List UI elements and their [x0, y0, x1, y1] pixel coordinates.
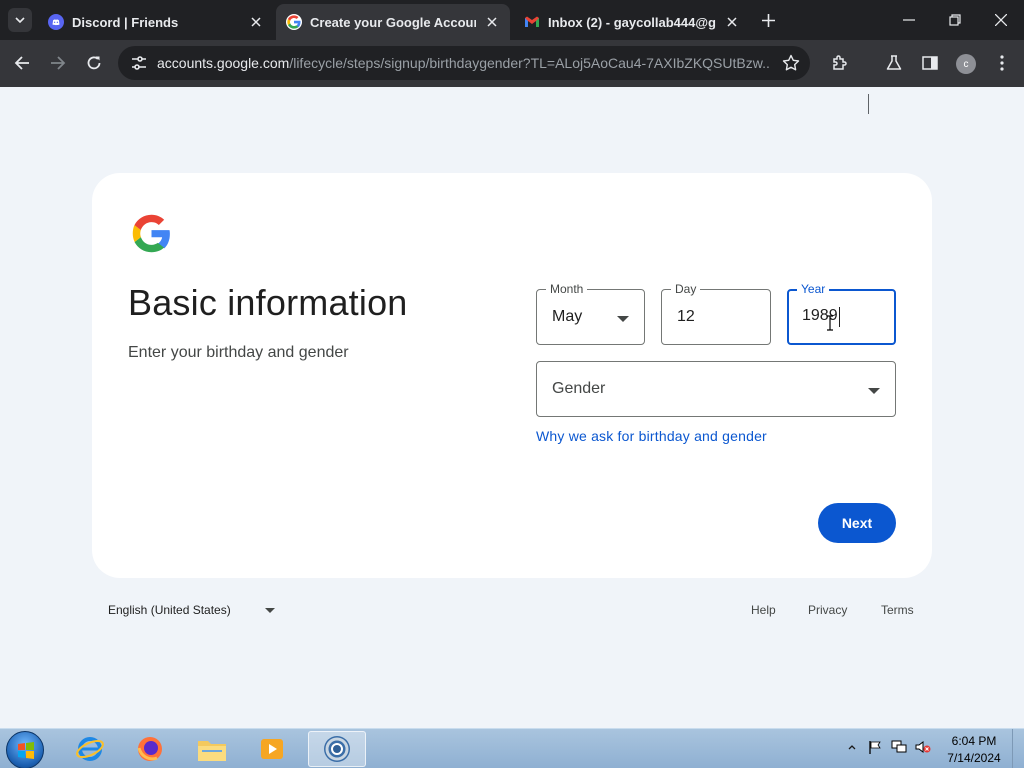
media-player-icon [261, 739, 283, 759]
taskbar-media-player[interactable] [246, 731, 298, 767]
windows-logo-icon [18, 742, 34, 759]
taskbar-internet-explorer[interactable] [64, 731, 116, 767]
restore-button[interactable] [943, 8, 967, 32]
why-birthday-gender-link[interactable]: Why we ask for birthday and gender [536, 428, 767, 444]
network-icon [891, 740, 907, 753]
close-window-button[interactable] [989, 8, 1013, 32]
year-label: Year [797, 281, 830, 297]
chrome-icon [324, 736, 350, 762]
tab-strip: Discord | Friends Create your Google Acc… [0, 0, 1024, 40]
side-panel-button[interactable] [917, 50, 943, 76]
site-settings-icon[interactable] [130, 54, 148, 72]
dropdown-arrow-icon [868, 388, 880, 394]
day-input[interactable]: Day 12 [661, 281, 771, 345]
taskbar-chrome[interactable] [308, 731, 366, 767]
folder-icon [198, 741, 226, 761]
firefox-icon [137, 737, 162, 761]
google-logo-icon [132, 214, 170, 253]
chrome-menu-button[interactable] [989, 50, 1015, 76]
url-text: accounts.google.com/lifecycle/steps/sign… [157, 55, 769, 71]
url-path: /lifecycle/steps/signup/birthdaygender?T… [289, 55, 769, 71]
year-input[interactable]: Year 1989 [787, 281, 896, 345]
taskbar-firefox[interactable] [124, 731, 176, 767]
arrow-left-icon [14, 56, 29, 70]
profile-avatar[interactable]: c [956, 54, 976, 74]
gmail-icon [524, 14, 540, 30]
extensions-button[interactable] [827, 50, 853, 76]
text-caret [839, 307, 840, 327]
new-tab-button[interactable] [758, 10, 778, 30]
volume-muted-icon [915, 741, 931, 753]
month-label: Month [546, 281, 588, 297]
tab-search-button[interactable] [8, 8, 32, 32]
page-title: Basic information [128, 282, 408, 323]
start-button[interactable] [6, 731, 44, 768]
volume-tray[interactable] [914, 738, 932, 756]
bookmark-star-icon[interactable] [782, 54, 800, 72]
minimize-icon [903, 19, 915, 21]
clock-date: 7/14/2024 [947, 751, 1001, 765]
help-link[interactable]: Help [751, 603, 776, 617]
forward-button[interactable] [45, 50, 71, 76]
tab-close-button[interactable] [484, 14, 500, 30]
plus-icon [761, 13, 775, 27]
close-icon [251, 17, 261, 27]
flask-icon [886, 55, 902, 70]
next-button[interactable]: Next [818, 503, 896, 543]
reload-button[interactable] [81, 50, 107, 76]
google-g-icon [286, 14, 302, 30]
terms-link[interactable]: Terms [881, 603, 914, 617]
month-select[interactable]: Month May [536, 281, 645, 345]
text-cursor-icon [827, 315, 833, 331]
chevron-down-icon [15, 17, 25, 23]
discord-icon [48, 14, 64, 30]
more-vertical-icon [1000, 55, 1004, 71]
tab-discord[interactable]: Discord | Friends [38, 4, 274, 40]
tab-close-button[interactable] [724, 14, 740, 30]
address-bar[interactable]: accounts.google.com/lifecycle/steps/sign… [118, 46, 810, 80]
toolbar-separator [868, 94, 869, 114]
dropdown-arrow-icon [265, 608, 275, 613]
gender-select[interactable]: Gender [536, 361, 896, 417]
side-panel-icon [922, 56, 938, 70]
dropdown-arrow-icon [617, 316, 629, 322]
back-button[interactable] [9, 50, 35, 76]
tab-title: Discord | Friends [72, 14, 179, 30]
page-subtitle: Enter your birthday and gender [128, 344, 349, 361]
flag-icon [869, 741, 881, 754]
month-value: May [552, 308, 583, 325]
tab-close-button[interactable] [248, 14, 264, 30]
arrow-right-icon [51, 56, 66, 70]
puzzle-icon [833, 55, 847, 70]
close-icon [727, 17, 737, 27]
taskbar-clock[interactable]: 6:04 PM 7/14/2024 [944, 733, 1004, 767]
show-desktop-button[interactable] [1012, 729, 1024, 768]
labs-button[interactable] [881, 50, 907, 76]
close-icon [995, 14, 1007, 26]
action-center-flag[interactable] [866, 738, 884, 756]
reload-icon [87, 56, 101, 70]
gender-placeholder: Gender [552, 380, 606, 397]
tab-title: Create your Google Account [310, 14, 476, 30]
restore-icon [949, 14, 961, 26]
show-hidden-icons-button[interactable] [843, 738, 861, 756]
taskbar-file-explorer[interactable] [186, 731, 238, 767]
clock-time: 6:04 PM [951, 734, 997, 748]
browser-toolbar: accounts.google.com/lifecycle/steps/sign… [0, 40, 1024, 114]
close-icon [487, 17, 497, 27]
tab-google-account[interactable]: Create your Google Account [276, 4, 510, 40]
tab-title: Inbox (2) - gaycollab444@gma [548, 14, 716, 30]
privacy-link[interactable]: Privacy [808, 603, 847, 617]
day-value: 12 [677, 308, 695, 325]
chevron-up-icon [848, 745, 856, 750]
network-tray[interactable] [890, 738, 908, 756]
url-host: accounts.google.com [157, 55, 290, 71]
tab-gmail-inbox[interactable]: Inbox (2) - gaycollab444@gma [514, 4, 750, 40]
language-selector[interactable]: English (United States) [108, 603, 231, 617]
internet-explorer-icon [76, 737, 104, 761]
day-label: Day [671, 281, 701, 297]
minimize-button[interactable] [897, 8, 921, 32]
